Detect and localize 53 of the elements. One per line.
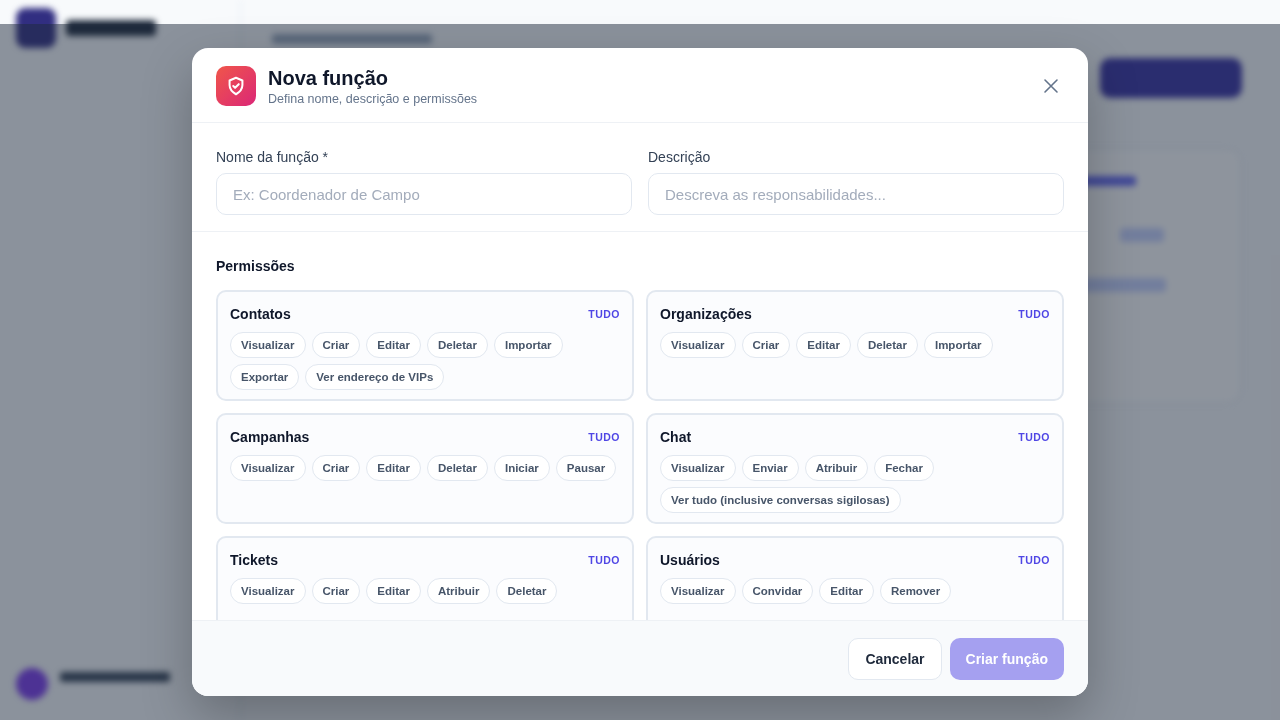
permission-chip[interactable]: Atribuir <box>804 455 869 481</box>
permission-chip[interactable]: Atribuir <box>426 578 491 604</box>
permission-chip[interactable]: Visualizar <box>660 332 736 358</box>
permission-chip[interactable]: Deletar <box>426 455 488 481</box>
permission-chip[interactable]: Editar <box>366 578 421 604</box>
card-title: Contatos <box>230 306 291 322</box>
permission-chip[interactable]: Enviar <box>741 455 799 481</box>
permission-chip[interactable]: Editar <box>366 332 421 358</box>
card-title: Organizações <box>660 306 752 322</box>
input-field[interactable]: Descreva as responsabilidades... <box>648 173 1064 215</box>
select-all-link[interactable]: TUDO <box>1018 308 1050 320</box>
cancel-button[interactable]: Cancelar <box>848 637 942 680</box>
permission-chip[interactable]: Criar <box>741 332 791 358</box>
card-title: Campanhas <box>230 429 310 445</box>
permission-chip[interactable]: Visualizar <box>230 455 306 481</box>
permission-chip[interactable]: Visualizar <box>230 332 306 358</box>
permission-chip[interactable]: Iniciar <box>493 455 550 481</box>
dialog-subtitle: Defina nome, descrição e permissões <box>268 91 479 106</box>
permission-chip[interactable]: Convidar <box>741 578 814 604</box>
select-all-link[interactable]: TUDO <box>1018 554 1050 566</box>
permission-chip[interactable]: Ver tudo (inclusive conversas sigilosas) <box>660 487 901 513</box>
input-field[interactable]: Ex: Coordenador de Campo <box>216 173 632 215</box>
card-title: Tickets <box>230 552 278 568</box>
dialog-title: Nova função <box>268 66 390 90</box>
permission-chip[interactable]: Criar <box>311 332 361 358</box>
select-all-link[interactable]: TUDO <box>588 308 620 320</box>
shield-icon <box>216 66 256 106</box>
select-all-link[interactable]: TUDO <box>588 554 620 566</box>
permission-chip[interactable]: Remover <box>879 578 952 604</box>
permission-chip[interactable]: Importar <box>493 332 563 358</box>
permission-chip[interactable]: Editar <box>796 332 851 358</box>
card-title: Chat <box>660 429 692 445</box>
permission-chip[interactable]: Exportar <box>230 364 300 390</box>
section-title: Permissões <box>216 258 296 274</box>
card-title: Usuários <box>660 552 720 568</box>
select-all-link[interactable]: TUDO <box>588 431 620 443</box>
field-label: Nome da função * <box>216 149 330 165</box>
permission-chip[interactable]: Deletar <box>856 332 918 358</box>
permission-chip[interactable]: Deletar <box>426 332 488 358</box>
permission-chip[interactable]: Criar <box>311 455 361 481</box>
permission-chip[interactable]: Visualizar <box>660 455 736 481</box>
permission-chip[interactable]: Criar <box>311 578 361 604</box>
permission-chip[interactable]: Visualizar <box>230 578 306 604</box>
field-label: Descrição <box>648 149 712 165</box>
permission-chip[interactable]: Editar <box>819 578 874 604</box>
permission-chip[interactable]: Fechar <box>874 455 934 481</box>
permission-chip[interactable]: Pausar <box>555 455 617 481</box>
permission-chip[interactable]: Visualizar <box>660 578 736 604</box>
select-all-link[interactable]: TUDO <box>1018 431 1050 443</box>
permission-chip[interactable]: Editar <box>366 455 421 481</box>
permission-chip[interactable]: Deletar <box>496 578 558 604</box>
permission-chip[interactable]: Importar <box>923 332 993 358</box>
permission-chip[interactable]: Ver endereço de VIPs <box>305 364 445 390</box>
